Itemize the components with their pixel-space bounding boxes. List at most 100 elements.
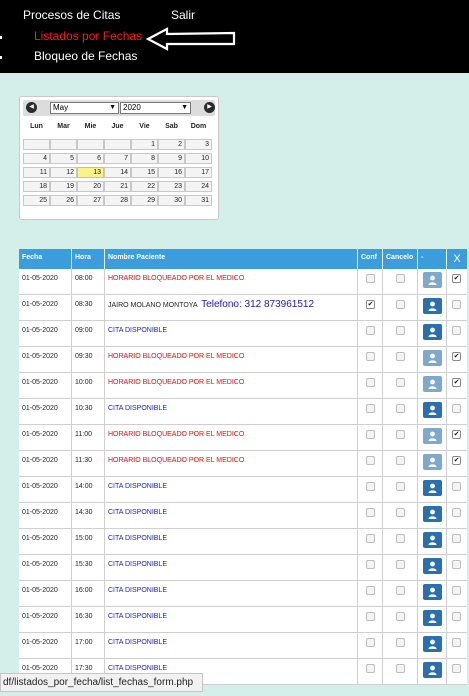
cancelo-checkbox[interactable]: [396, 638, 405, 647]
x-checkbox[interactable]: [452, 560, 461, 569]
conf-checkbox[interactable]: [366, 456, 375, 465]
calendar-day[interactable]: 25: [23, 195, 50, 206]
calendar-day[interactable]: 3: [185, 139, 212, 150]
cancelo-checkbox[interactable]: [396, 560, 405, 569]
patient-button[interactable]: [423, 272, 442, 288]
cancelo-checkbox[interactable]: [396, 300, 405, 309]
conf-checkbox[interactable]: [366, 534, 375, 543]
calendar-day[interactable]: 5: [50, 153, 77, 164]
calendar-day[interactable]: 4: [23, 153, 50, 164]
patient-button[interactable]: [423, 558, 442, 574]
calendar-day[interactable]: 2: [158, 139, 185, 150]
cancelo-checkbox[interactable]: [396, 508, 405, 517]
calendar-day[interactable]: 6: [77, 153, 104, 164]
calendar-day[interactable]: 10: [185, 153, 212, 164]
menu-bloqueo-de-fechas[interactable]: Bloqueo de Fechas: [34, 49, 137, 63]
patient-button[interactable]: [423, 584, 442, 600]
conf-checkbox[interactable]: [366, 508, 375, 517]
calendar-day[interactable]: 22: [131, 181, 158, 192]
cancelo-checkbox[interactable]: [396, 352, 405, 361]
patient-button[interactable]: [423, 636, 442, 652]
x-checkbox[interactable]: [452, 612, 461, 621]
patient-button[interactable]: [423, 610, 442, 626]
x-checkbox[interactable]: [452, 638, 461, 647]
month-select[interactable]: May ▼: [50, 102, 119, 114]
calendar-day[interactable]: 9: [158, 153, 185, 164]
conf-checkbox[interactable]: [366, 664, 375, 673]
cancelo-checkbox[interactable]: [396, 612, 405, 621]
cancelo-checkbox[interactable]: [396, 326, 405, 335]
conf-checkbox[interactable]: ✔: [366, 300, 375, 309]
x-checkbox[interactable]: ✔: [452, 456, 461, 465]
x-checkbox[interactable]: ✔: [452, 274, 461, 283]
calendar-day[interactable]: 18: [23, 181, 50, 192]
menu-listados-por-fechas[interactable]: Listados por Fechas: [34, 29, 142, 43]
patient-button[interactable]: [423, 298, 442, 314]
x-checkbox[interactable]: [452, 664, 461, 673]
x-checkbox[interactable]: [452, 300, 461, 309]
conf-checkbox[interactable]: [366, 326, 375, 335]
calendar-day[interactable]: 27: [77, 195, 104, 206]
calendar-day[interactable]: 7: [104, 153, 131, 164]
calendar-day[interactable]: 15: [131, 167, 158, 178]
conf-checkbox[interactable]: [366, 586, 375, 595]
menu-salir[interactable]: Salir: [171, 8, 195, 22]
x-checkbox[interactable]: [452, 586, 461, 595]
patient-button[interactable]: [423, 428, 442, 444]
calendar-day[interactable]: 8: [131, 153, 158, 164]
conf-checkbox[interactable]: [366, 612, 375, 621]
next-month-button[interactable]: ▶: [204, 102, 215, 113]
calendar-day[interactable]: 14: [104, 167, 131, 178]
x-checkbox[interactable]: [452, 404, 461, 413]
cancelo-checkbox[interactable]: [396, 430, 405, 439]
x-checkbox[interactable]: ✔: [452, 352, 461, 361]
patient-button[interactable]: [423, 506, 442, 522]
patient-button[interactable]: [423, 350, 442, 366]
calendar-day[interactable]: 21: [104, 181, 131, 192]
patient-button[interactable]: [423, 662, 442, 678]
conf-checkbox[interactable]: [366, 378, 375, 387]
calendar-day[interactable]: 1: [131, 139, 158, 150]
calendar-day[interactable]: 24: [185, 181, 212, 192]
x-checkbox[interactable]: ✔: [452, 378, 461, 387]
x-checkbox[interactable]: [452, 326, 461, 335]
x-checkbox[interactable]: ✔: [452, 430, 461, 439]
calendar-day[interactable]: 13: [77, 167, 104, 178]
conf-checkbox[interactable]: [366, 404, 375, 413]
calendar-day[interactable]: 19: [50, 181, 77, 192]
x-checkbox[interactable]: [452, 534, 461, 543]
cancelo-checkbox[interactable]: [396, 586, 405, 595]
calendar-day[interactable]: 11: [23, 167, 50, 178]
cancelo-checkbox[interactable]: [396, 664, 405, 673]
cancelo-checkbox[interactable]: [396, 534, 405, 543]
menu-procesos-de-citas[interactable]: Procesos de Citas: [23, 8, 120, 22]
calendar-day[interactable]: 20: [77, 181, 104, 192]
conf-checkbox[interactable]: [366, 638, 375, 647]
patient-button[interactable]: [423, 480, 442, 496]
x-checkbox[interactable]: [452, 482, 461, 491]
cancelo-checkbox[interactable]: [396, 274, 405, 283]
patient-button[interactable]: [423, 376, 442, 392]
conf-checkbox[interactable]: [366, 430, 375, 439]
patient-button[interactable]: [423, 454, 442, 470]
calendar-day[interactable]: 30: [158, 195, 185, 206]
year-select[interactable]: 2020 ▼: [120, 102, 191, 114]
conf-checkbox[interactable]: [366, 482, 375, 491]
prev-month-button[interactable]: ◀: [26, 102, 37, 113]
calendar-day[interactable]: 12: [50, 167, 77, 178]
calendar-day[interactable]: 29: [131, 195, 158, 206]
calendar-day[interactable]: 28: [104, 195, 131, 206]
patient-button[interactable]: [423, 324, 442, 340]
cancelo-checkbox[interactable]: [396, 456, 405, 465]
x-checkbox[interactable]: [452, 508, 461, 517]
calendar-day[interactable]: 26: [50, 195, 77, 206]
cancelo-checkbox[interactable]: [396, 378, 405, 387]
patient-button[interactable]: [423, 532, 442, 548]
calendar-day[interactable]: 23: [158, 181, 185, 192]
cancelo-checkbox[interactable]: [396, 404, 405, 413]
patient-button[interactable]: [423, 402, 442, 418]
cancelo-checkbox[interactable]: [396, 482, 405, 491]
calendar-day[interactable]: 31: [185, 195, 212, 206]
conf-checkbox[interactable]: [366, 352, 375, 361]
conf-checkbox[interactable]: [366, 560, 375, 569]
